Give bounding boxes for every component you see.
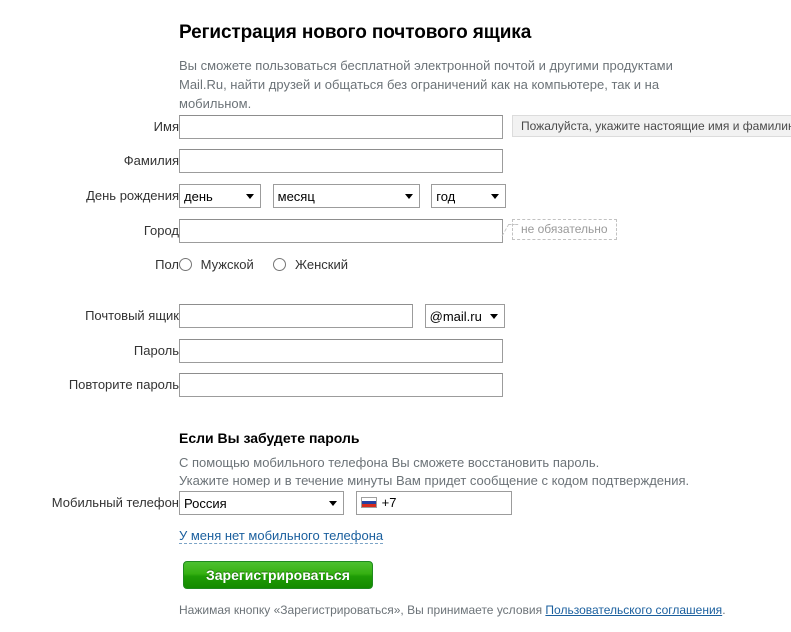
gender-female-radio[interactable] [273, 258, 287, 271]
row-gender: Пол Мужской Женский [0, 253, 791, 277]
row-mailbox: Почтовый ящик @mail.ru [0, 304, 791, 328]
no-mobile-phone-link[interactable]: У меня нет мобильного телефона [179, 528, 384, 544]
field-birthday-wrapper: день месяц год [179, 184, 507, 208]
password-recovery-section: Если Вы забудете пароль С помощью мобиль… [179, 430, 689, 490]
row-last-name: Фамилия [0, 149, 791, 173]
row-phone: Мобильный телефон Россия +7 [0, 491, 791, 515]
label-mailbox: Почтовый ящик [85, 308, 179, 323]
birthday-day-wrapper: день [179, 184, 261, 208]
city-optional-hint-text: не обязательно [521, 222, 608, 236]
birthday-year-wrapper: год [431, 184, 507, 208]
gender-male-radio[interactable] [179, 258, 192, 271]
russia-flag-icon [360, 497, 377, 508]
page-title: Регистрация нового почтового ящика [179, 22, 532, 43]
gender-female-option[interactable]: Женский [273, 253, 348, 277]
phone-country-code: +7 [381, 495, 397, 510]
user-agreement-link[interactable]: Пользовательского соглашения [545, 603, 722, 617]
mailbox-domain-wrapper: @mail.ru [424, 304, 505, 328]
gender-radio-group: Мужской Женский [179, 253, 364, 277]
first-name-tooltip: Пожалуйста, укажите настоящие имя и фами… [512, 115, 791, 137]
terms-text: Нажимая кнопку «Зарегистрироваться», Вы … [179, 603, 726, 617]
birthday-month-select[interactable]: месяц [272, 184, 420, 208]
gender-female-label: Женский [295, 257, 348, 272]
terms-suffix: . [722, 603, 726, 617]
field-password-repeat-wrapper [179, 373, 503, 397]
row-birthday: День рождения день месяц год [0, 184, 791, 208]
page-subtitle: Вы сможете пользоваться бесплатной элект… [179, 58, 673, 111]
row-city: Город [0, 219, 791, 243]
label-birthday: День рождения [86, 188, 179, 203]
field-mailbox-wrapper: @mail.ru [179, 304, 505, 328]
phone-country-wrapper: Россия [179, 491, 344, 515]
registration-page: Регистрация нового почтового ящика Вы см… [0, 0, 791, 632]
phone-number-field[interactable]: +7 [355, 491, 512, 515]
birthday-year-select[interactable]: год [431, 184, 507, 208]
label-gender: Пол [155, 257, 179, 272]
page-header: Регистрация нового почтового ящика Вы см… [179, 22, 739, 113]
label-city: Город [143, 223, 179, 238]
label-last-name: Фамилия [123, 153, 179, 168]
city-input[interactable] [179, 219, 503, 243]
field-password-wrapper [179, 339, 503, 363]
label-password: Пароль [133, 343, 179, 358]
row-password: Пароль [0, 339, 791, 363]
password-repeat-input[interactable] [179, 373, 503, 397]
phone-country-select[interactable]: Россия [179, 491, 344, 515]
gender-male-label: Мужской [200, 257, 254, 272]
terms-prefix: Нажимая кнопку «Зарегистрироваться», Вы … [179, 603, 546, 617]
row-password-repeat: Повторите пароль [0, 373, 791, 397]
mailbox-domain-select[interactable]: @mail.ru [424, 304, 505, 328]
city-optional-hint: не обязательно [501, 219, 617, 240]
label-first-name: Имя [153, 119, 179, 134]
birthday-day-select[interactable]: день [179, 184, 261, 208]
field-phone-wrapper: Россия +7 [179, 491, 512, 515]
label-password-repeat: Повторите пароль [68, 377, 179, 392]
field-city-wrapper [179, 219, 503, 243]
password-input[interactable] [179, 339, 503, 363]
mailbox-input[interactable] [179, 304, 413, 328]
field-last-name-wrapper [179, 149, 503, 173]
last-name-input[interactable] [179, 149, 503, 173]
recovery-title: Если Вы забудете пароль [179, 430, 360, 446]
first-name-input[interactable] [179, 115, 503, 139]
no-phone-link-wrapper: У меня нет мобильного телефона [179, 528, 384, 544]
recovery-line-1: С помощью мобильного телефона Вы сможете… [179, 455, 600, 470]
field-first-name-wrapper [179, 115, 503, 139]
recovery-line-2: Укажите номер и в течение минуты Вам при… [179, 473, 690, 488]
gender-male-option[interactable]: Мужской [179, 253, 254, 277]
register-submit-button[interactable]: Зарегистрироваться [183, 561, 373, 589]
label-phone: Мобильный телефон [51, 495, 179, 510]
birthday-month-wrapper: месяц [272, 184, 420, 208]
